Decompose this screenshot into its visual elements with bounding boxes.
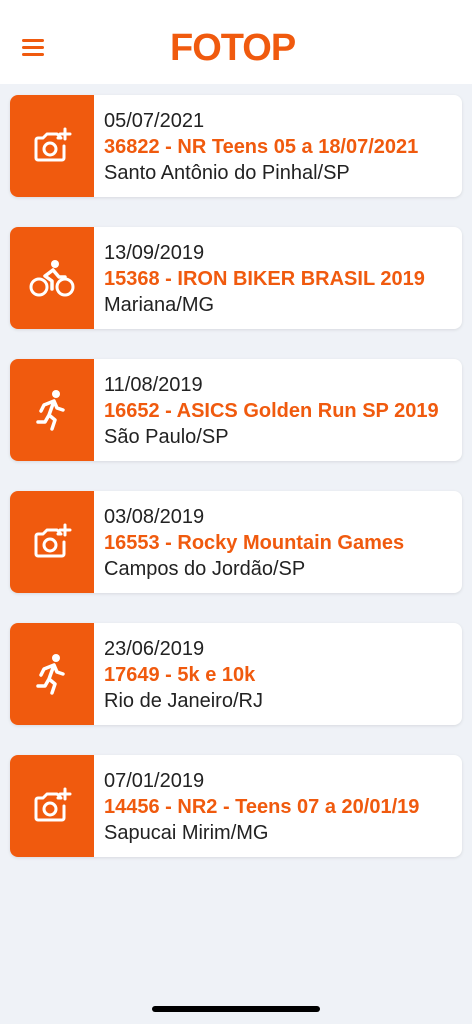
home-indicator[interactable] [152,1006,320,1012]
event-date: 11/08/2019 [104,374,203,396]
event-location: Rio de Janeiro/RJ [104,690,263,712]
event-card[interactable]: 11/08/2019 16652 - ASICS Golden Run SP 2… [10,359,462,461]
event-location: São Paulo/SP [104,426,229,448]
fotop-logo: FOTOP [170,27,296,69]
event-title[interactable]: 15368 - IRON BIKER BRASIL 2019 [104,266,454,292]
event-title[interactable]: 16652 - ASICS Golden Run SP 2019 [104,398,454,424]
event-title[interactable]: 17649 - 5k e 10k [104,662,454,688]
event-date: 23/06/2019 [104,638,205,660]
event-location: Sapucai Mirim/MG [104,822,269,844]
event-date: 05/07/2021 [104,110,205,132]
hamburger-menu-icon[interactable] [20,36,48,60]
event-date: 03/08/2019 [104,506,205,528]
cycling-icon [10,227,94,329]
event-date: 07/01/2019 [104,770,205,792]
event-list: 05/07/2021 36822 - NR Teens 05 a 18/07/2… [10,95,462,887]
add-photo-icon [10,95,94,197]
app-header: FOTOP [0,0,472,84]
event-title[interactable]: 14456 - NR2 - Teens 07 a 20/01/19 [104,794,454,820]
event-card[interactable]: 03/08/2019 16553 - Rocky Mountain Games … [10,491,462,593]
event-date: 13/09/2019 [104,242,205,264]
event-title[interactable]: 36822 - NR Teens 05 a 18/07/2021 [104,134,454,160]
event-location: Santo Antônio do Pinhal/SP [104,162,350,184]
event-card[interactable]: 07/01/2019 14456 - NR2 - Teens 07 a 20/0… [10,755,462,857]
event-location: Campos do Jordão/SP [104,558,306,580]
event-card[interactable]: 13/09/2019 15368 - IRON BIKER BRASIL 201… [10,227,462,329]
running-icon [10,623,94,725]
add-photo-icon [10,491,94,593]
event-location: Mariana/MG [104,294,215,316]
running-icon [10,359,94,461]
event-card[interactable]: 05/07/2021 36822 - NR Teens 05 a 18/07/2… [10,95,462,197]
event-card[interactable]: 23/06/2019 17649 - 5k e 10k Rio de Janei… [10,623,462,725]
add-photo-icon [10,755,94,857]
event-title[interactable]: 16553 - Rocky Mountain Games [104,530,454,556]
